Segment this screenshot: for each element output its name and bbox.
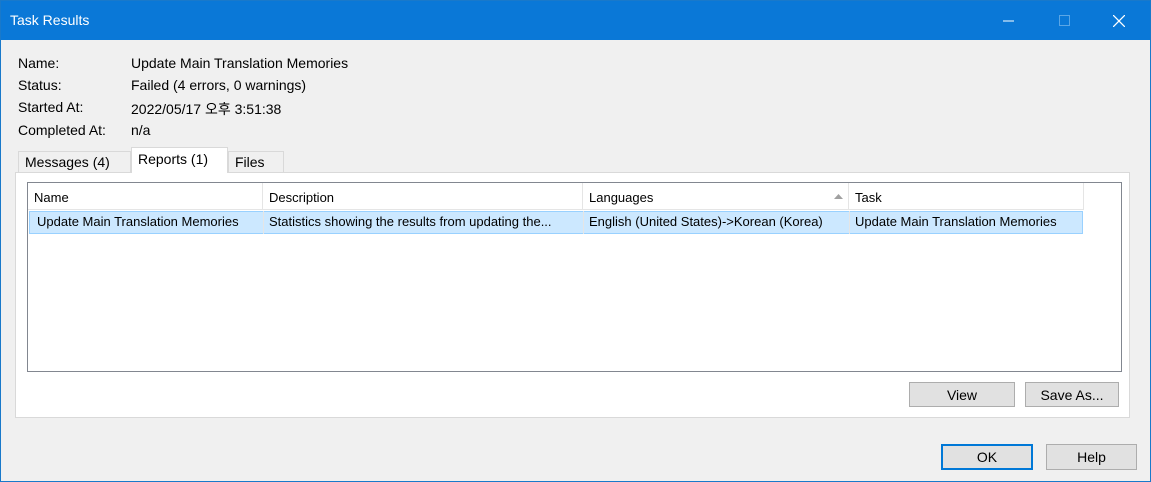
minimize-button[interactable] [985, 1, 1031, 40]
minimize-icon [1002, 20, 1014, 22]
save-as-button[interactable]: Save As... [1025, 382, 1119, 407]
table-cell-task: Update Main Translation Memories [855, 214, 1057, 229]
tab-reports[interactable]: Reports (1) [131, 147, 228, 173]
column-header-label: Task [855, 190, 882, 205]
column-divider [583, 211, 584, 234]
reports-table[interactable]: Name Description Languages Task Update M… [27, 182, 1122, 372]
table-cell-languages: English (United States)->Korean (Korea) [589, 214, 823, 229]
started-label: Started At: [18, 99, 84, 115]
tab-messages[interactable]: Messages (4) [18, 151, 131, 173]
column-header-label: Languages [589, 190, 654, 205]
title-bar[interactable]: Task Results [1, 1, 1150, 40]
help-button[interactable]: Help [1046, 444, 1137, 470]
status-label: Status: [18, 77, 62, 93]
completed-label: Completed At: [18, 122, 106, 138]
column-header-name[interactable]: Name [28, 183, 263, 210]
status-value: Failed (4 errors, 0 warnings) [131, 77, 307, 93]
view-button[interactable]: View [909, 382, 1015, 407]
started-value: 2022/05/17 오후 3:51:38 [131, 101, 282, 117]
table-cell-description: Statistics showing the results from upda… [269, 214, 552, 229]
column-header-description[interactable]: Description [263, 183, 583, 210]
completed-value: n/a [131, 122, 151, 138]
ok-button[interactable]: OK [941, 444, 1033, 470]
column-header-task[interactable]: Task [849, 183, 1084, 210]
window-title: Task Results [10, 12, 90, 28]
name-value: Update Main Translation Memories [131, 55, 349, 71]
maximize-button[interactable] [1041, 1, 1087, 40]
tab-files[interactable]: Files [228, 151, 284, 173]
task-results-window: Task Results Name: Update Main Translati… [0, 0, 1151, 482]
close-button[interactable] [1096, 1, 1142, 40]
column-divider [263, 211, 264, 234]
sort-ascending-icon [834, 194, 843, 199]
close-icon [1113, 14, 1125, 27]
column-header-label: Description [269, 190, 335, 205]
column-header-label: Name [34, 190, 69, 205]
maximize-icon [1058, 15, 1070, 26]
column-header-languages[interactable]: Languages [583, 183, 849, 210]
column-divider [849, 211, 850, 234]
table-cell-name: Update Main Translation Memories [37, 214, 239, 229]
name-label: Name: [18, 55, 60, 71]
